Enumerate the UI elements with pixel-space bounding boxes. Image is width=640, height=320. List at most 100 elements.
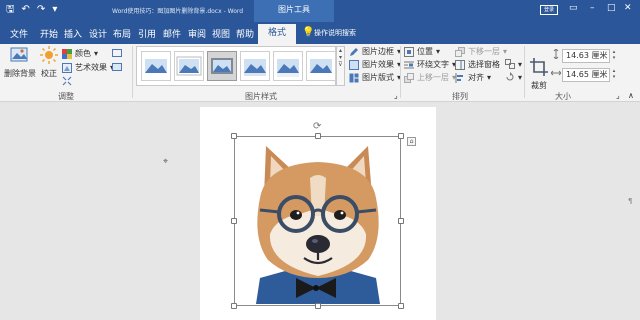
tab-format[interactable]: 格式 <box>258 24 296 44</box>
reset-picture-button[interactable] <box>112 62 122 72</box>
tab-insert[interactable]: 插入 <box>64 27 82 40</box>
tab-home[interactable]: 开始 <box>40 27 58 40</box>
style-preview-icon <box>310 59 332 73</box>
remove-background-icon <box>10 47 28 62</box>
resize-handle-left[interactable] <box>231 218 237 224</box>
rotate-icon <box>506 72 514 81</box>
color-button[interactable]: 颜色 ▾ <box>62 48 98 59</box>
adjust-group-label: 调整 <box>58 92 74 101</box>
group-divider <box>400 46 401 98</box>
resize-handle-top-left[interactable] <box>231 133 237 139</box>
corrections-button[interactable]: 校正 <box>38 46 60 79</box>
selection-pane-icon <box>455 59 465 70</box>
size-group-label: 大小 <box>555 92 571 101</box>
group-divider <box>132 46 133 98</box>
style-preview-icon <box>277 59 299 77</box>
resize-handle-bottom-left[interactable] <box>231 303 237 309</box>
picture-style-thumb-selected[interactable] <box>207 51 237 81</box>
remove-background-button[interactable]: 删除背景 <box>4 46 36 79</box>
group-objects-button[interactable]: ▾ <box>505 59 522 69</box>
login-button[interactable]: 登录 <box>540 5 558 15</box>
rotate-objects-button[interactable]: ▾ <box>505 72 522 82</box>
picture-style-thumb[interactable] <box>240 51 270 81</box>
position-icon <box>404 46 414 57</box>
picture-layout-icon <box>349 73 359 82</box>
picture-styles-group-label: 图片样式 <box>245 92 277 101</box>
picture-style-thumb[interactable] <box>174 51 204 81</box>
resize-handle-top-right[interactable] <box>398 133 404 139</box>
compress-pictures-button[interactable] <box>62 76 72 86</box>
close-icon[interactable]: ✕ <box>624 3 632 13</box>
group-objects-icon <box>505 59 515 69</box>
layout-options-icon[interactable]: ⌂ <box>407 137 416 146</box>
save-icon[interactable]: 🖫 <box>6 4 15 16</box>
bring-forward-icon <box>404 72 414 83</box>
align-button[interactable]: 对齐 ▾ <box>455 72 491 83</box>
artistic-effects-icon <box>62 62 72 73</box>
color-palette-icon <box>62 48 72 59</box>
title-bar: 🖫 ↶ ↷ ▾ Word使用技巧：图加图片删除背景.docx - Word 图片… <box>0 0 640 22</box>
arrange-group-label: 排列 <box>452 92 468 101</box>
height-spinner[interactable]: ▴ ▾ <box>610 49 618 63</box>
rotation-handle[interactable]: ⟳ <box>313 121 321 132</box>
picture-style-thumb[interactable] <box>141 51 171 81</box>
pencil-icon <box>350 47 358 56</box>
picture-layout-button[interactable]: 图片版式 ▾ <box>349 72 401 83</box>
width-icon <box>551 68 561 78</box>
crop-button[interactable]: 裁剪 <box>528 58 550 91</box>
align-icon <box>455 72 463 83</box>
style-preview-icon <box>211 58 233 74</box>
tab-layout[interactable]: 布局 <box>113 27 131 40</box>
tab-review[interactable]: 审阅 <box>188 27 206 40</box>
lightbulb-icon: 💡 <box>302 27 315 38</box>
customize-qat-icon[interactable]: ▾ <box>52 4 57 16</box>
picture-style-thumb[interactable] <box>273 51 303 81</box>
wrap-text-button[interactable]: 环绕文字 ▾ <box>404 59 456 70</box>
resize-handle-right[interactable] <box>398 218 404 224</box>
height-field[interactable]: 14.63 厘米 <box>562 49 610 63</box>
group-divider <box>524 46 525 98</box>
gallery-scroll[interactable]: ▴ ▾ ⊽ <box>336 46 345 86</box>
collapse-ribbon-icon[interactable]: ∧ <box>628 91 634 100</box>
change-picture-button[interactable] <box>112 48 122 58</box>
tab-references[interactable]: 引用 <box>138 27 156 40</box>
document-title: Word使用技巧：图加图片删除背景.docx - Word <box>112 8 244 15</box>
picture-border-button[interactable]: 图片边框 ▾ <box>349 46 401 57</box>
height-icon <box>551 49 561 59</box>
style-preview-icon <box>244 59 266 76</box>
width-spinner[interactable]: ▴ ▾ <box>610 68 618 82</box>
resize-handle-bottom-right[interactable] <box>398 303 404 309</box>
picture-effects-icon <box>349 59 359 70</box>
picture-style-thumb[interactable] <box>306 51 336 81</box>
wrap-text-icon <box>404 61 414 68</box>
tab-design[interactable]: 设计 <box>89 27 107 40</box>
resize-handle-bottom[interactable] <box>315 303 321 309</box>
send-backward-button[interactable]: 下移一层 ▾ <box>455 46 507 57</box>
tab-help[interactable]: 帮助 <box>236 27 254 40</box>
width-field[interactable]: 14.65 厘米 <box>562 68 610 82</box>
minimize-icon[interactable]: – <box>590 3 595 13</box>
quick-access-toolbar: 🖫 ↶ ↷ ▾ <box>6 4 57 16</box>
tab-mailings[interactable]: 邮件 <box>163 27 181 40</box>
dialog-launcher-icon[interactable]: ⌟ <box>394 91 398 100</box>
dialog-launcher-icon[interactable]: ⌟ <box>616 91 620 100</box>
maximize-icon[interactable]: □ <box>607 3 616 13</box>
artistic-effects-button[interactable]: 艺术效果▾ <box>62 62 114 73</box>
picture-tools-label: 图片工具 <box>278 5 310 14</box>
sun-icon <box>40 46 58 64</box>
resize-handle-top[interactable] <box>315 133 321 139</box>
scroll-marker-icon: ¶ <box>628 197 633 205</box>
tab-file[interactable]: 文件 <box>10 27 28 40</box>
undo-icon[interactable]: ↶ <box>22 4 30 16</box>
selection-pane-button[interactable]: 选择窗格 <box>455 59 500 70</box>
ribbon-display-options-icon[interactable]: ▭ <box>569 3 578 13</box>
picture-effects-button[interactable]: 图片效果 ▾ <box>349 59 401 70</box>
crop-icon <box>530 58 548 76</box>
redo-icon[interactable]: ↷ <box>37 4 45 16</box>
ribbon: 删除背景 校正 颜色▾ 艺术效果▾ <box>0 44 640 102</box>
position-button[interactable]: 位置 ▾ <box>404 46 440 57</box>
picture-styles-gallery <box>136 46 336 86</box>
tab-view[interactable]: 视图 <box>212 27 230 40</box>
bring-forward-button[interactable]: 上移一层 ▾ <box>404 72 456 83</box>
tell-me-search[interactable]: 操作说明搜索 <box>314 28 356 38</box>
